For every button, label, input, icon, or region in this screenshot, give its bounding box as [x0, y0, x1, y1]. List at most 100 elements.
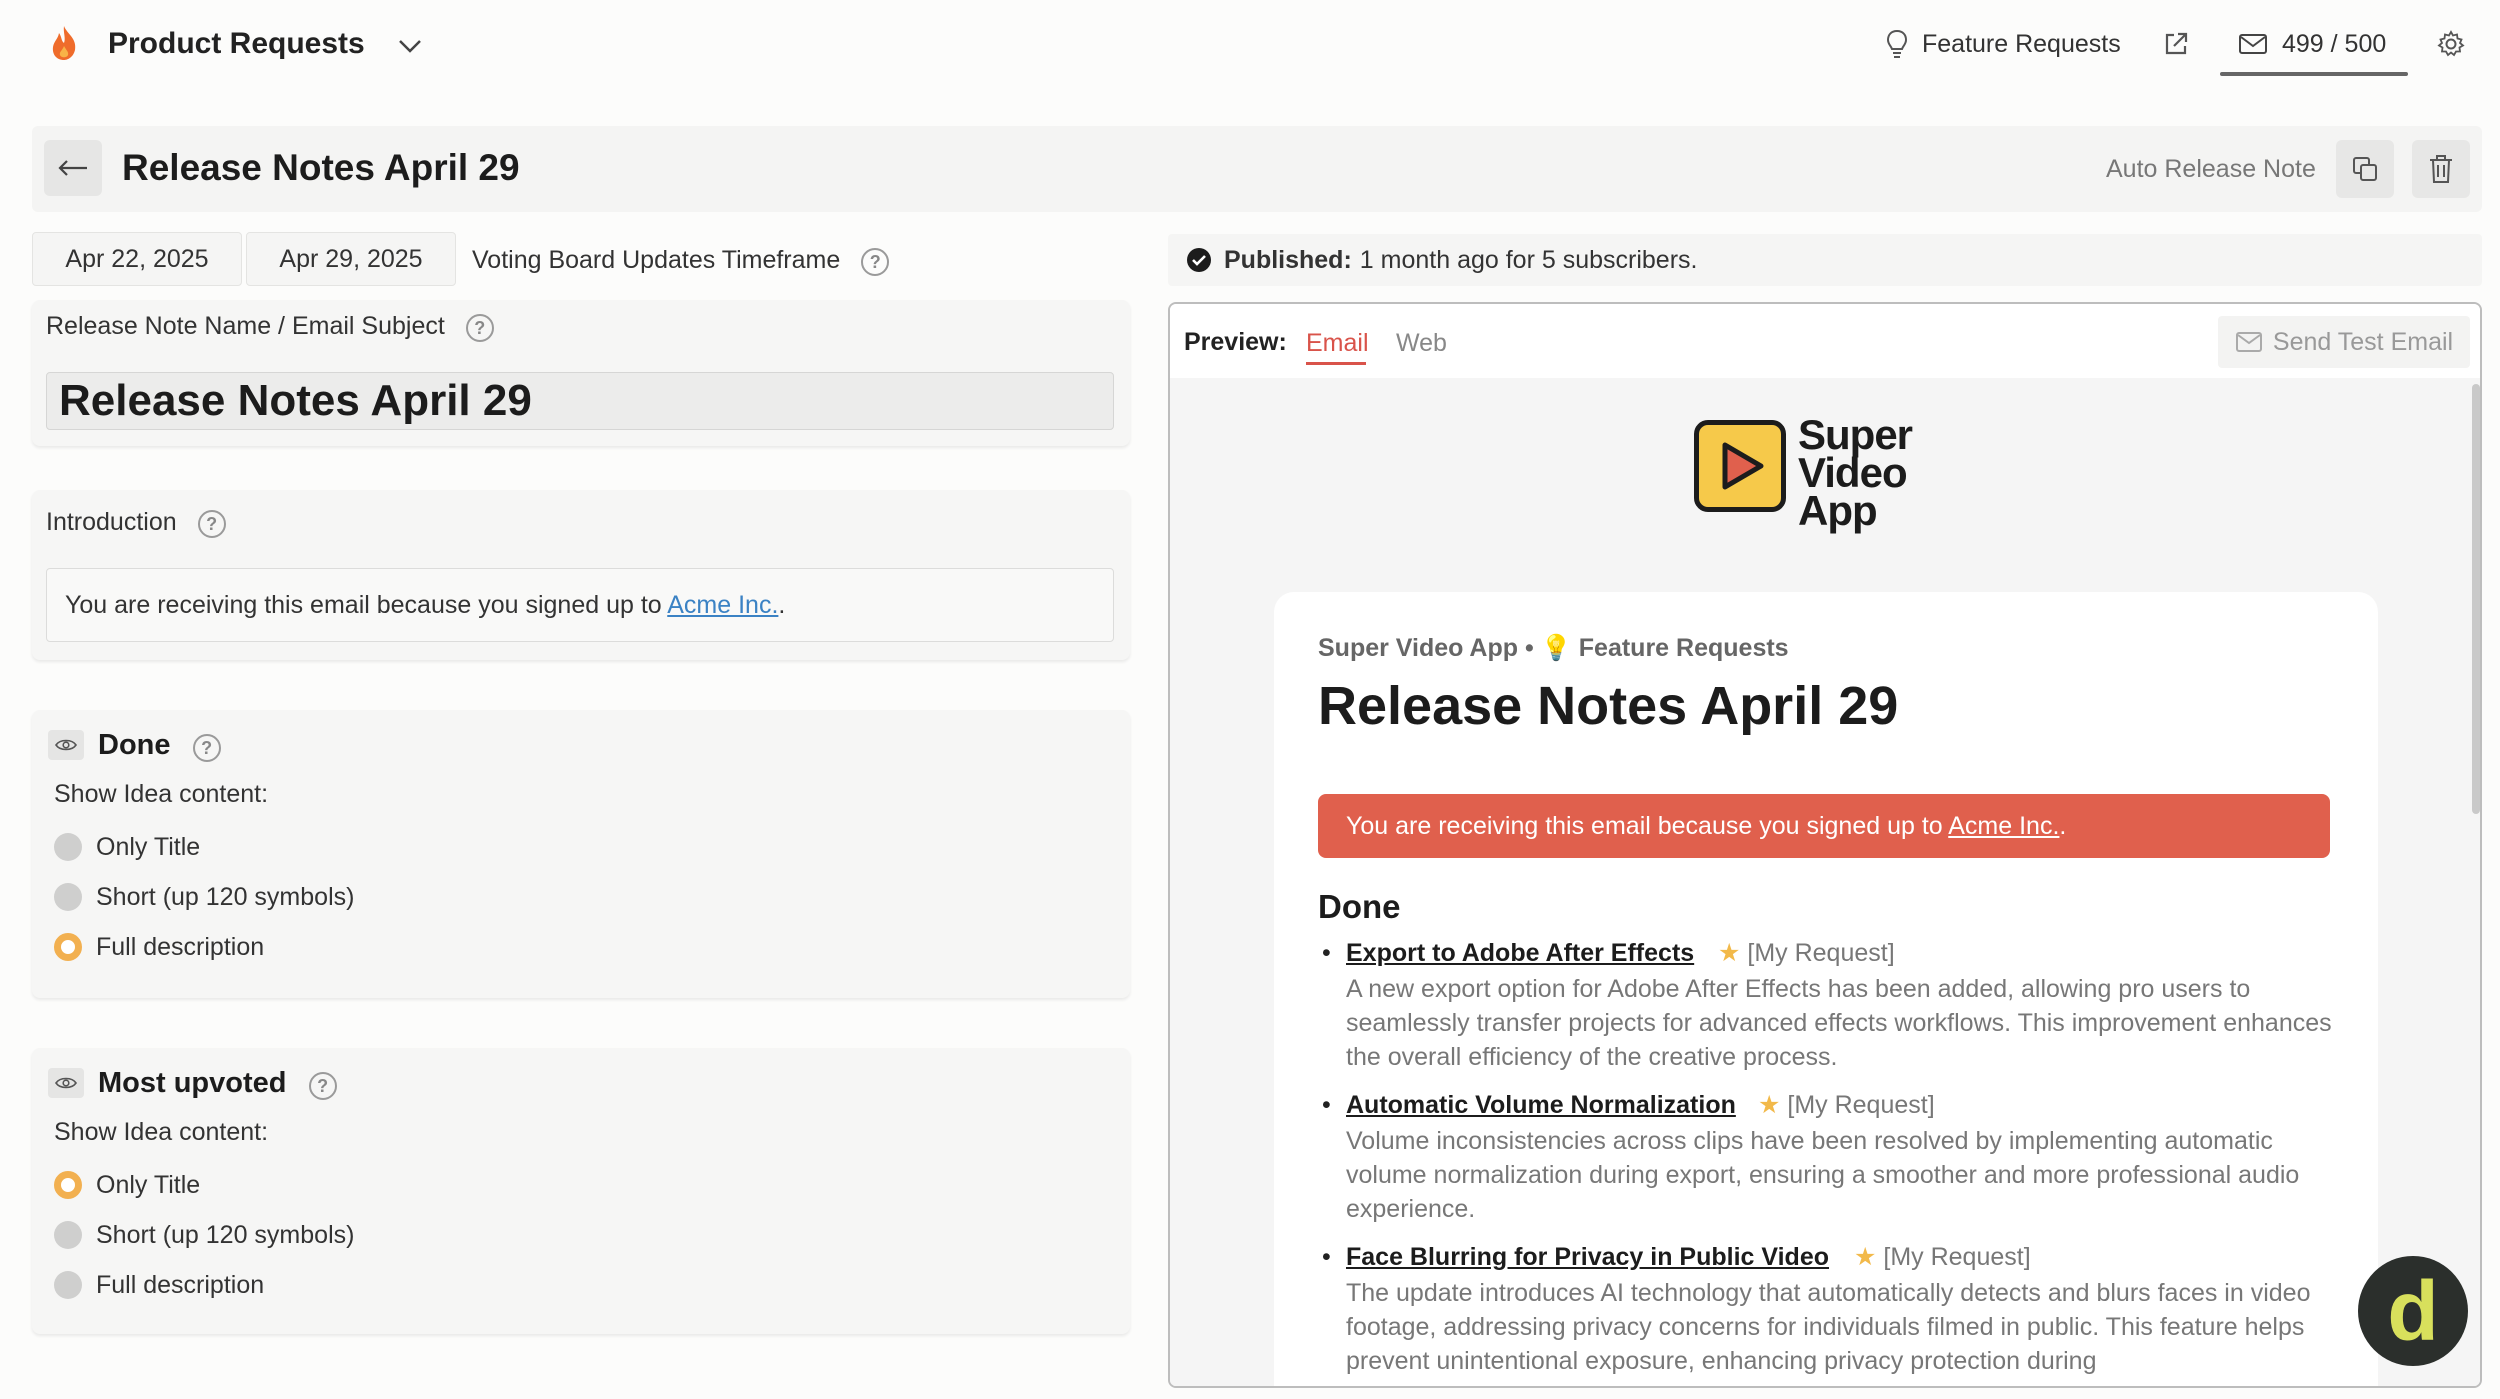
introduction-label-text: Introduction — [46, 508, 177, 536]
radio-label: Short (up 120 symbols) — [96, 1220, 355, 1249]
item-title-link[interactable]: Export to Adobe After Effects — [1346, 936, 1694, 970]
radio-full-description[interactable]: Full description — [54, 1268, 264, 1302]
help-icon[interactable]: ? — [465, 314, 494, 342]
email-preview: Super Video App Super Video App • 💡 Feat… — [1170, 378, 2480, 1386]
kicker-app: Super Video App • — [1318, 634, 1534, 662]
name-field-label: Release Note Name / Email Subject ? — [46, 310, 494, 342]
item-description: A new export option for Adobe After Effe… — [1346, 975, 2332, 1071]
app-title[interactable]: Product Requests — [108, 24, 365, 64]
radio-short[interactable]: Short (up 120 symbols) — [54, 880, 354, 914]
lightbulb-icon: 💡 — [1540, 634, 1572, 662]
list-item: • Export to Adobe After Effects ★ [My Re… — [1318, 936, 2348, 1076]
acme-link[interactable]: Acme Inc. — [667, 591, 778, 619]
email-kicker: Super Video App • 💡 Feature Requests — [1318, 634, 1789, 663]
item-meta: ★ [My Request] — [1854, 1240, 2031, 1274]
start-date-input[interactable]: Apr 22, 2025 — [32, 232, 242, 286]
mail-icon — [2238, 32, 2268, 56]
item-tag: [My Request] — [1747, 939, 1895, 967]
star-icon: ★ — [1718, 939, 1741, 967]
radio-short[interactable]: Short (up 120 symbols) — [54, 1218, 354, 1252]
tab-web[interactable]: Web — [1396, 328, 1447, 358]
item-description: The update introduces AI technology that… — [1346, 1279, 2311, 1375]
timeframe-label: Voting Board Updates Timeframe ? — [472, 244, 890, 276]
help-icon[interactable]: ? — [308, 1072, 337, 1100]
help-icon[interactable]: ? — [192, 734, 221, 762]
intro-text-end: . — [778, 591, 786, 619]
release-note-name-input[interactable]: Release Notes April 29 — [46, 372, 1114, 430]
play-logo-icon — [1694, 420, 1786, 512]
email-section-title: Done — [1318, 888, 1401, 925]
bullet: • — [1322, 939, 1331, 967]
mail-icon — [2235, 331, 2263, 353]
introduction-editor[interactable]: You are receiving this email because you… — [46, 568, 1114, 642]
radio-only-title[interactable]: Only Title — [54, 830, 200, 864]
logo-line: App — [1798, 487, 1878, 534]
lightbulb-icon — [1886, 29, 1908, 59]
email-card: Super Video App • 💡 Feature Requests Rel… — [1274, 592, 2378, 1386]
scrollbar-thumb[interactable] — [2472, 384, 2480, 814]
published-text: 1 month ago for 5 subscribers. — [1359, 245, 1698, 274]
item-title-link[interactable]: Face Blurring for Privacy in Public Vide… — [1346, 1240, 1829, 1274]
radio-button[interactable] — [54, 883, 82, 911]
item-description: Volume inconsistencies across clips have… — [1346, 1127, 2300, 1223]
tab-email[interactable]: Email — [1306, 328, 1369, 358]
intro-banner: You are receiving this email because you… — [1318, 794, 2330, 858]
star-icon: ★ — [1854, 1243, 1877, 1271]
most-upvoted-section-title: Most upvoted ? — [98, 1065, 337, 1101]
item-meta: ★ [My Request] — [1758, 1088, 1935, 1122]
radio-label: Full description — [96, 932, 265, 961]
name-field-label-text: Release Note Name / Email Subject — [46, 312, 445, 340]
auto-release-note-toggle[interactable]: Auto Release Note — [2106, 152, 2316, 186]
published-status: Published: 1 month ago for 5 subscribers… — [1168, 234, 2482, 286]
delete-button[interactable] — [2412, 140, 2470, 198]
preview-label: Preview: — [1184, 328, 1287, 356]
eye-icon[interactable] — [48, 730, 84, 760]
tab-email-underline — [1306, 362, 1366, 365]
timeframe-text: Voting Board Updates Timeframe — [472, 246, 841, 274]
page-title: Release Notes April 29 — [122, 147, 520, 188]
banner-link[interactable]: Acme Inc. — [1948, 812, 2059, 840]
done-section-title: Done ? — [98, 727, 221, 763]
radio-label: Full description — [96, 1270, 265, 1299]
email-quota[interactable]: 499 / 500 — [2238, 22, 2386, 66]
send-test-label: Send Test Email — [2272, 327, 2454, 356]
most-upvoted-title-text: Most upvoted — [98, 1067, 287, 1099]
radio-button[interactable] — [54, 1271, 82, 1299]
top-bar: Product Requests Feature Requests 499 / … — [0, 0, 2500, 88]
help-icon[interactable]: ? — [861, 248, 890, 276]
help-icon[interactable]: ? — [197, 510, 226, 538]
item-title-link[interactable]: Automatic Volume Normalization — [1346, 1088, 1736, 1122]
preview-panel: Preview: Email Web Send Test Email Super… — [1168, 302, 2482, 1388]
duplicate-button[interactable] — [2336, 140, 2394, 198]
radio-only-title[interactable]: Only Title — [54, 1168, 200, 1202]
back-button[interactable] — [44, 140, 102, 196]
radio-label: Short (up 120 symbols) — [96, 882, 355, 911]
end-date-input[interactable]: Apr 29, 2025 — [246, 232, 456, 286]
star-icon: ★ — [1758, 1091, 1781, 1119]
external-link-icon[interactable] — [2162, 22, 2190, 66]
chevron-down-icon[interactable] — [392, 28, 428, 64]
gear-icon[interactable] — [2436, 22, 2466, 66]
show-content-label: Show Idea content: — [54, 780, 269, 808]
flame-icon — [44, 24, 84, 64]
item-tag: [My Request] — [1787, 1091, 1935, 1119]
radio-full-description[interactable]: Full description — [54, 930, 264, 964]
email-count: 499 / 500 — [2282, 29, 2387, 58]
eye-icon[interactable] — [48, 1068, 84, 1098]
preview-toolbar: Preview: Email Web Send Test Email — [1170, 304, 2480, 378]
brand-logo-text: Super Video App — [1798, 414, 1913, 534]
radio-button[interactable] — [54, 1221, 82, 1249]
send-test-email-button[interactable]: Send Test Email — [2218, 316, 2470, 368]
radio-label: Only Title — [96, 832, 201, 861]
feature-requests-label: Feature Requests — [1922, 29, 2121, 58]
introduction-label: Introduction ? — [46, 506, 226, 538]
chat-widget-button[interactable]: d — [2358, 1256, 2468, 1366]
radio-button[interactable] — [54, 833, 82, 861]
list-item: • Face Blurring for Privacy in Public Vi… — [1318, 1240, 2348, 1386]
check-circle-icon — [1186, 247, 1212, 273]
radio-button-selected[interactable] — [54, 933, 82, 961]
feature-requests-link[interactable]: Feature Requests — [1886, 22, 2121, 66]
list-item: • Automatic Volume Normalization ★ [My R… — [1318, 1088, 2348, 1228]
radio-button-selected[interactable] — [54, 1171, 82, 1199]
bullet: • — [1322, 1091, 1331, 1119]
